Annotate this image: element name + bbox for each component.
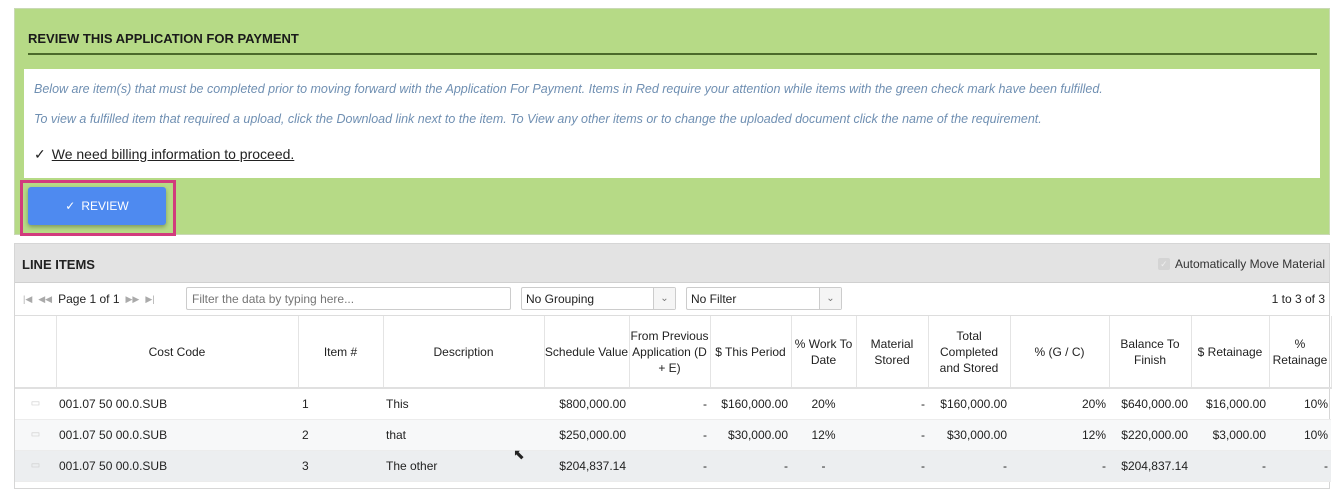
first-page-icon[interactable]: |◀ (23, 294, 32, 305)
table-cell: - (629, 419, 710, 451)
review-button-label: REVIEW (81, 199, 129, 213)
chevron-down-icon: ⌄ (819, 288, 841, 309)
filter-input[interactable] (186, 287, 511, 310)
column-header[interactable]: From Previous Application (D + E) (629, 316, 711, 389)
table-cell: 001.07 50 00.0.SUB (56, 450, 298, 482)
column-header[interactable]: $ Retainage (1191, 316, 1270, 389)
table-cell: $204,837.14 (1109, 450, 1191, 482)
column-header[interactable]: Total Completed and Stored (928, 316, 1011, 389)
column-header[interactable] (15, 316, 57, 389)
table-row[interactable]: ▭ 001.07 50 00.0.SUB 2 that $250,000.00- $30,… (15, 419, 1331, 451)
column-header[interactable]: Material Stored (856, 316, 929, 389)
table-cell: - (629, 450, 710, 482)
table-cell: - (856, 419, 928, 451)
table-cell: - (928, 450, 1010, 482)
requirements-notice: Below are item(s) that must be completed… (24, 69, 1320, 178)
review-title: REVIEW THIS APPLICATION FOR PAYMENT (28, 31, 299, 46)
table-cell: 3 (298, 450, 383, 482)
column-header[interactable]: Description (383, 316, 545, 389)
page-label: Page 1 of 1 (58, 292, 120, 306)
table-cell: 1 (298, 388, 383, 420)
grouping-value: No Grouping (526, 291, 595, 306)
checkbox[interactable]: ✓ (1157, 258, 1170, 270)
line-items-panel: LINE ITEMS ✓ Automatically Move Material … (14, 243, 1332, 489)
table-cell: - (1269, 450, 1331, 482)
table-cell: - (856, 388, 928, 420)
column-header[interactable]: Balance To Finish (1109, 316, 1192, 389)
line-items-title: LINE ITEMS (22, 257, 95, 272)
chevron-down-icon: ⌄ (653, 288, 675, 309)
column-header[interactable]: Schedule Value (544, 316, 630, 389)
attachment-icon[interactable]: ▭ (15, 388, 56, 420)
table-cell: $800,000.00 (544, 388, 629, 420)
table-cell: $204,837.14 (544, 450, 629, 482)
table-cell: - (791, 450, 856, 482)
notice-line-1: Below are item(s) that must be completed… (34, 82, 1103, 96)
table-cell: $30,000.00 (928, 419, 1010, 451)
table-cell: 10% (1269, 388, 1331, 420)
table-cell: - (1191, 450, 1269, 482)
check-icon: ✓ (65, 199, 76, 213)
pager: |◀ ◀◀ Page 1 of 1 ▶▶ ▶| (23, 292, 155, 306)
table-cell: 10% (1269, 419, 1331, 451)
column-header[interactable]: Item # (298, 316, 384, 389)
review-panel: REVIEW THIS APPLICATION FOR PAYMENT Belo… (14, 8, 1330, 236)
prev-page-icon[interactable]: ◀◀ (38, 294, 52, 305)
table-cell: This (383, 388, 544, 420)
table-cell: 001.07 50 00.0.SUB (56, 419, 298, 451)
column-header[interactable]: % Work To Date (791, 316, 857, 389)
table-row[interactable]: ▭ 001.07 50 00.0.SUB 3 The other $204,837.14… (15, 450, 1331, 482)
auto-move-label: Automatically Move Material (1174, 257, 1325, 271)
column-header[interactable]: % Retainage (1269, 316, 1332, 389)
table-cell: $160,000.00 (928, 388, 1010, 420)
table-cell: - (856, 450, 928, 482)
table-cell: $30,000.00 (710, 419, 791, 451)
table-row[interactable]: ▭ 001.07 50 00.0.SUB 1 This $800,000.00- $160… (15, 388, 1331, 420)
last-page-icon[interactable]: ▶| (145, 294, 154, 305)
column-header[interactable]: $ This Period (710, 316, 792, 389)
auto-move-material[interactable]: ✓ Automatically Move Material (1157, 257, 1325, 271)
requirement-link[interactable]: We need billing information to proceed. (52, 146, 295, 162)
table-cell: $250,000.00 (544, 419, 629, 451)
table-cell: 001.07 50 00.0.SUB (56, 388, 298, 420)
table-cell: - (1010, 450, 1109, 482)
grouping-select[interactable]: No Grouping ⌄ (521, 287, 676, 310)
next-page-icon[interactable]: ▶▶ (126, 294, 140, 305)
table-cell: $3,000.00 (1191, 419, 1269, 451)
table-cell: 20% (791, 388, 856, 420)
review-button[interactable]: ✓ REVIEW (28, 187, 166, 225)
record-count: 1 to 3 of 3 (1271, 292, 1325, 306)
table-cell: - (710, 450, 791, 482)
table-cell: $220,000.00 (1109, 419, 1191, 451)
grid-toolbar: |◀ ◀◀ Page 1 of 1 ▶▶ ▶| No Grouping ⌄ No … (15, 283, 1329, 316)
filter-select[interactable]: No Filter ⌄ (686, 287, 842, 310)
table-cell: - (629, 388, 710, 420)
check-icon: ✓ (34, 146, 46, 162)
requirement-item: ✓ We need billing information to proceed. (34, 146, 294, 163)
table-cell: 12% (791, 419, 856, 451)
table-cell: 12% (1010, 419, 1109, 451)
table-cell: 20% (1010, 388, 1109, 420)
table-cell: $160,000.00 (710, 388, 791, 420)
table-cell: $16,000.00 (1191, 388, 1269, 420)
column-header[interactable]: Cost Code (56, 316, 299, 389)
table-cell: 2 (298, 419, 383, 451)
attachment-icon[interactable]: ▭ (15, 450, 56, 482)
line-items-table: Cost Code Item # Description Schedule Value… (15, 316, 1332, 482)
table-cell: $640,000.00 (1109, 388, 1191, 420)
notice-line-2: To view a fulfilled item that required a… (34, 112, 1042, 126)
mouse-cursor: ⬉ (513, 446, 525, 462)
filter-value: No Filter (691, 291, 737, 306)
line-items-header: LINE ITEMS ✓ Automatically Move Material (15, 244, 1329, 283)
attachment-icon[interactable]: ▭ (15, 419, 56, 451)
divider (28, 53, 1317, 55)
column-header[interactable]: % (G / C) (1010, 316, 1110, 389)
